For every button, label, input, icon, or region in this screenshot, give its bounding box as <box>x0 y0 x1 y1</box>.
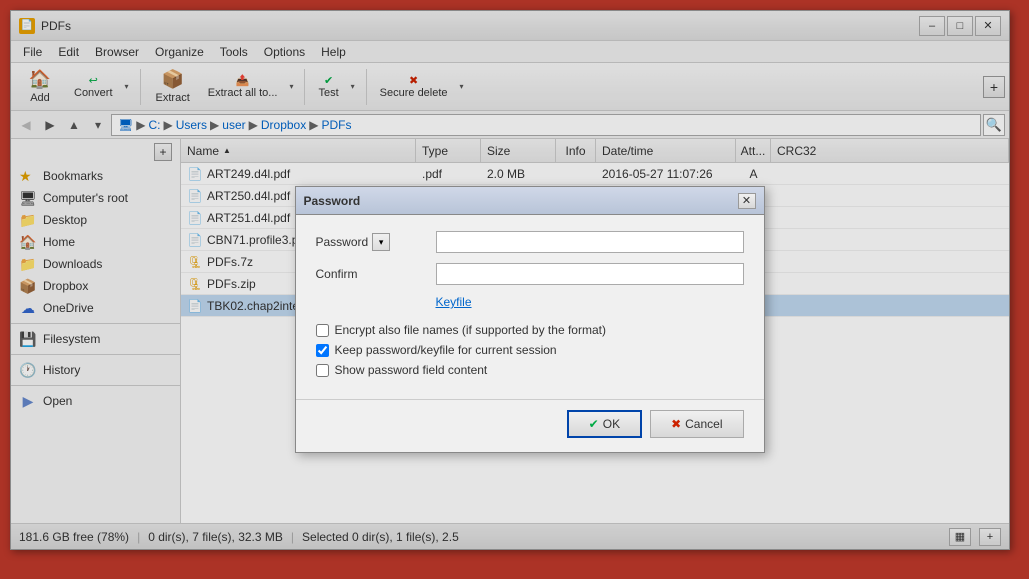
dialog-footer: ✔ OK ✖ Cancel <box>296 399 764 452</box>
confirm-field-row: Confirm <box>316 263 744 285</box>
ok-button[interactable]: ✔ OK <box>567 410 642 438</box>
password-input[interactable] <box>436 231 744 253</box>
keep-password-checkbox[interactable] <box>316 344 329 357</box>
password-dialog: Password ✕ Password ▾ Confirm Keyfile <box>295 186 765 453</box>
encrypt-filenames-label: Encrypt also file names (if supported by… <box>335 323 606 337</box>
checkbox-keep-row: Keep password/keyfile for current sessio… <box>316 343 744 357</box>
checkbox-show-row: Show password field content <box>316 363 744 377</box>
cancel-label: Cancel <box>685 417 722 431</box>
cancel-icon: ✖ <box>671 417 681 431</box>
show-password-label: Show password field content <box>335 363 488 377</box>
password-field-row: Password ▾ <box>316 231 744 253</box>
password-dropdown-btn[interactable]: ▾ <box>372 233 390 251</box>
dialog-overlay: Password ✕ Password ▾ Confirm Keyfile <box>0 0 1029 579</box>
cancel-button[interactable]: ✖ Cancel <box>650 410 743 438</box>
keep-password-label: Keep password/keyfile for current sessio… <box>335 343 557 357</box>
confirm-input[interactable] <box>436 263 744 285</box>
password-label: Password <box>316 235 369 249</box>
dialog-body: Password ▾ Confirm Keyfile Encrypt also … <box>296 215 764 399</box>
checkbox-encrypt-row: Encrypt also file names (if supported by… <box>316 323 744 337</box>
ok-label: OK <box>603 417 620 431</box>
dialog-close-button[interactable]: ✕ <box>738 193 756 209</box>
keyfile-link[interactable]: Keyfile <box>436 295 472 309</box>
dialog-title: Password <box>304 194 738 208</box>
ok-icon: ✔ <box>589 417 599 431</box>
dialog-title-bar: Password ✕ <box>296 187 764 215</box>
confirm-label: Confirm <box>316 267 358 281</box>
show-password-checkbox[interactable] <box>316 364 329 377</box>
encrypt-filenames-checkbox[interactable] <box>316 324 329 337</box>
